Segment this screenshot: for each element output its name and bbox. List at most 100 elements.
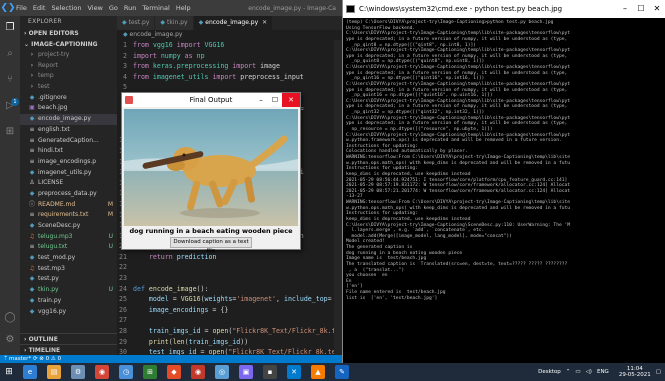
- file-item[interactable]: ◆ .gitignore: [20, 93, 117, 104]
- file-name: tkin.py: [38, 286, 59, 294]
- minimap[interactable]: [334, 40, 342, 355]
- taskbar-app-icon[interactable]: ▪: [263, 365, 277, 379]
- project-folder-section[interactable]: ⌄ IMAGE-CAPTIONING: [20, 39, 117, 50]
- file-item[interactable]: ≡ hindi.txt: [20, 146, 117, 157]
- menu-item[interactable]: Selection: [51, 4, 81, 12]
- source-control-icon[interactable]: ⑂: [4, 74, 16, 86]
- code-line: 27: [117, 315, 342, 326]
- taskbar-app-icon[interactable]: ⚙: [71, 365, 85, 379]
- taskbar-app-icon[interactable]: ✎: [335, 365, 349, 379]
- volume-icon[interactable]: ◁): [586, 369, 592, 375]
- taskbar-app-icon[interactable]: ◉: [191, 365, 205, 379]
- close-icon[interactable]: ✕: [649, 0, 665, 18]
- chevron-right-icon: ›: [30, 83, 34, 91]
- line-number: 2: [123, 51, 127, 60]
- open-editors-section[interactable]: › OPEN EDITORS: [20, 28, 117, 39]
- file-item[interactable]: ≡ requirements.txt M: [20, 210, 117, 221]
- folder-item[interactable]: › temp: [20, 71, 117, 82]
- generated-caption: dog running in a beach eating wooden pie…: [129, 227, 293, 235]
- taskbar-apps: e ▤ ⚙ ◉ ◷ ⊞ ◆ ◉ ◎ ▣ ▪ ✕ ▲ ✎: [18, 365, 354, 379]
- maximize-icon[interactable]: ☐: [633, 0, 649, 18]
- file-item[interactable]: ◆ encode_image.py: [20, 114, 117, 125]
- file-item[interactable]: ◆ SceneDesc.py: [20, 221, 117, 232]
- taskbar-app-icon[interactable]: ▤: [47, 365, 61, 379]
- line-number: 24: [119, 284, 127, 293]
- file-item[interactable]: ⓘ README.md M: [20, 200, 117, 211]
- minimize-icon[interactable]: –: [254, 93, 268, 107]
- file-item[interactable]: ▣ beach.jpg: [20, 103, 117, 114]
- editor-tab[interactable]: ◆ tkin.py: [155, 16, 194, 30]
- language-indicator[interactable]: ENG: [597, 369, 609, 375]
- file-item[interactable]: ♫ test.mp3: [20, 264, 117, 275]
- account-icon[interactable]: ◯: [4, 312, 16, 324]
- taskbar-app-icon[interactable]: ◷: [119, 365, 133, 379]
- folder-item[interactable]: › project-try: [20, 50, 117, 61]
- menu-item[interactable]: Terminal: [142, 4, 169, 12]
- minimize-icon[interactable]: –: [617, 0, 633, 18]
- folder-item[interactable]: › test: [20, 82, 117, 93]
- status-bar[interactable]: ᛘ master* ⟳ ⊗ 0 ⚠ 0: [0, 355, 342, 363]
- file-item[interactable]: ◆ test.py: [20, 274, 117, 285]
- extensions-icon[interactable]: ⊞: [4, 126, 16, 138]
- menu-item[interactable]: Help: [176, 4, 191, 12]
- file-item[interactable]: ◆ preprocess_data.py: [20, 189, 117, 200]
- tray-chevron-icon[interactable]: ⌃: [566, 369, 571, 375]
- timeline-section[interactable]: › TIMELINE: [20, 344, 117, 355]
- editor-tab[interactable]: ◆ encode_image.py ✕: [193, 16, 274, 30]
- taskbar-app-icon[interactable]: ◉: [95, 365, 109, 379]
- clock[interactable]: 11:04 29-05-2021: [614, 366, 651, 378]
- settings-gear-icon[interactable]: ⚙: [4, 334, 16, 346]
- taskbar-app-icon[interactable]: ◆: [167, 365, 181, 379]
- code-line: 21 return prediction: [117, 252, 342, 263]
- code-line: 24 def encode_image():: [117, 284, 342, 295]
- taskbar-app-icon[interactable]: ⊞: [143, 365, 157, 379]
- maximize-icon[interactable]: ☐: [268, 93, 282, 107]
- file-item[interactable]: ◆ train.py: [20, 296, 117, 307]
- file-type-icon: ♫: [29, 264, 35, 272]
- line-number: 1: [123, 41, 127, 49]
- file-item[interactable]: ◆ imagenet_utils.py: [20, 168, 117, 179]
- taskbar-app-icon[interactable]: ◎: [215, 365, 229, 379]
- file-type-icon: ≡: [29, 136, 35, 144]
- menu-item[interactable]: Run: [124, 4, 136, 12]
- tk-feather-icon: [125, 96, 133, 104]
- file-item[interactable]: ♙ LICENSE: [20, 178, 117, 189]
- menu-item[interactable]: View: [87, 4, 102, 12]
- code-text: import numpy as np: [133, 51, 205, 60]
- file-item[interactable]: ≡ telugu.txt U: [20, 242, 117, 253]
- network-icon[interactable]: ▭: [575, 369, 580, 375]
- file-item[interactable]: ♫ telugu.mp3 U: [20, 232, 117, 243]
- taskbar-app-icon[interactable]: ▲: [311, 365, 325, 379]
- file-item[interactable]: ≡ GeneratedCaption...: [20, 136, 117, 147]
- menu-item[interactable]: Edit: [33, 4, 46, 12]
- code-text: train_imgs_id = open("Flickr8K_Text/Flic…: [148, 327, 336, 336]
- vscode-logo-icon: ❮❯: [0, 3, 16, 13]
- menu-item[interactable]: File: [16, 4, 27, 12]
- file-item[interactable]: ≡ image_encodings.p: [20, 157, 117, 168]
- editor-tab[interactable]: ◆ test.py: [117, 16, 156, 30]
- notifications-icon[interactable]: ▢: [656, 369, 661, 375]
- file-item[interactable]: ≡ english.txt: [20, 125, 117, 136]
- search-icon[interactable]: ⌕: [4, 48, 16, 60]
- windows-start-icon[interactable]: ⊞: [0, 363, 18, 381]
- line-number: 21: [119, 252, 127, 261]
- console-output[interactable]: (temp) C:\Users\DIVYA\project-try\Image-…: [343, 18, 665, 363]
- explorer-icon[interactable]: ❐: [4, 22, 16, 34]
- file-item[interactable]: ◆ vgg16.py: [20, 307, 117, 318]
- taskbar-app-icon[interactable]: ▣: [239, 365, 253, 379]
- desktop-toolbar[interactable]: Desktop: [538, 369, 561, 375]
- taskbar-app-icon[interactable]: e: [23, 365, 37, 379]
- close-tab-icon[interactable]: ✕: [262, 19, 267, 26]
- code-text: from imagenet_utils import preprocess_in…: [133, 72, 304, 81]
- file-type-icon: ▣: [29, 104, 35, 112]
- file-name: test_mod.py: [38, 254, 76, 262]
- file-item[interactable]: ◆ test_mod.py: [20, 253, 117, 264]
- taskbar-app-icon[interactable]: ✕: [287, 365, 301, 379]
- menu-item[interactable]: Go: [109, 4, 118, 12]
- download-caption-button[interactable]: Download caption as a text file: [170, 237, 252, 254]
- code-text: model = VGG16(weights='imagenet', includ…: [148, 295, 332, 304]
- folder-item[interactable]: › Report: [20, 61, 117, 72]
- file-item[interactable]: ◆ tkin.py U: [20, 285, 117, 296]
- outline-section[interactable]: › OUTLINE: [20, 333, 117, 344]
- close-icon[interactable]: ✕: [282, 93, 300, 107]
